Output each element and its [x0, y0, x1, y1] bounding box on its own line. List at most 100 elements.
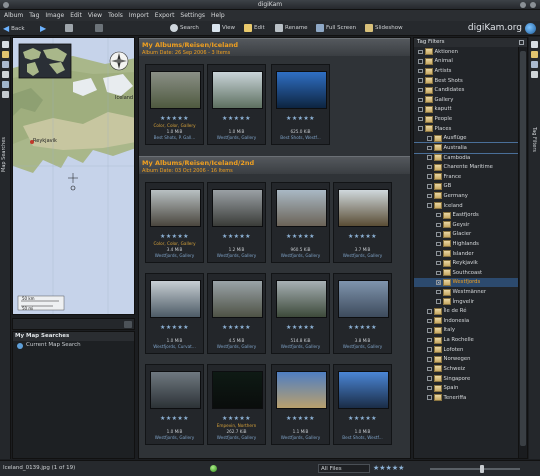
- image-thumbnail[interactable]: ★★★★★ 960.5 KiB Westfjords, Gallery: [271, 182, 330, 263]
- tag-filter-item[interactable]: Highlands: [414, 239, 519, 249]
- tag-filter-item[interactable]: Iceland: [414, 201, 519, 211]
- zoom-slider-handle[interactable]: [480, 465, 484, 473]
- tag-filter-item[interactable]: Charente Maritime: [414, 162, 519, 172]
- thumbnail-image[interactable]: [338, 280, 389, 318]
- save-search-button[interactable]: [124, 321, 132, 328]
- map-view[interactable]: Iceland Reykjavik 50 km 50 mi: [12, 37, 135, 315]
- tag-filter-item[interactable]: Singapore: [414, 374, 519, 384]
- tag-filter-item[interactable]: ✕ Westfjords: [414, 277, 519, 288]
- thumbnail-image[interactable]: [212, 189, 263, 227]
- tag-filter-item[interactable]: People: [414, 114, 519, 124]
- tag-filter-item[interactable]: Eastfjords: [414, 210, 519, 220]
- thumbnail-image[interactable]: [338, 189, 389, 227]
- rating-stars[interactable]: ★★★★★: [272, 415, 329, 422]
- tag-checkbox[interactable]: [427, 309, 432, 314]
- tag-checkbox[interactable]: [418, 78, 423, 83]
- rename-button[interactable]: Rename: [275, 24, 308, 32]
- tag-checkbox[interactable]: [427, 164, 432, 170]
- image-thumbnail[interactable]: ★★★★★ 1.0 MiB Best Shots, Westf...: [333, 364, 392, 445]
- tag-list-scrollbar[interactable]: [518, 47, 527, 458]
- thumbnail-image[interactable]: [150, 189, 201, 227]
- menu-view[interactable]: View: [88, 12, 102, 19]
- tag-filter-item[interactable]: Best Shots: [414, 76, 519, 86]
- tag-checkbox[interactable]: [427, 337, 432, 343]
- rating-stars[interactable]: ★★★★★: [334, 324, 391, 331]
- tag-checkbox[interactable]: [418, 87, 423, 93]
- tag-checkbox[interactable]: [427, 155, 432, 160]
- menu-image[interactable]: Image: [45, 12, 64, 19]
- thumbnail-image[interactable]: [338, 371, 389, 409]
- menu-settings[interactable]: Settings: [180, 12, 205, 19]
- tag-filter-item[interactable]: Westmänner: [414, 287, 519, 297]
- rating-stars[interactable]: ★★★★★: [146, 233, 203, 240]
- image-thumbnail[interactable]: ★★★★★ 3.7 MiB Westfjords, Gallery: [333, 182, 392, 263]
- album-header[interactable]: My Albums/Reisen/Iceland/2nd Album Date: …: [139, 156, 410, 174]
- home-button[interactable]: [65, 24, 73, 32]
- tags-tab-icon[interactable]: [2, 51, 9, 58]
- tag-checkbox[interactable]: [427, 366, 432, 372]
- menu-tools[interactable]: Tools: [108, 12, 123, 19]
- image-thumbnail[interactable]: ★★★★★ Empevin, Northern 262.7 KiB Westfjord…: [207, 364, 266, 445]
- tag-filter-item[interactable]: Cambodia: [414, 153, 519, 163]
- rating-stars[interactable]: ★★★★★: [146, 324, 203, 331]
- map-marker[interactable]: [30, 140, 34, 144]
- tag-checkbox[interactable]: [427, 347, 432, 352]
- tag-filter-item[interactable]: Aktionen: [414, 47, 519, 57]
- tag-checkbox[interactable]: [427, 357, 432, 362]
- tag-checkbox[interactable]: [418, 49, 423, 55]
- tag-filter-item[interactable]: Schweiz: [414, 364, 519, 374]
- tag-checkbox[interactable]: [418, 97, 423, 103]
- tag-checkbox[interactable]: [418, 107, 423, 112]
- tag-filter-item[interactable]: Islander: [414, 249, 519, 259]
- thumbnail-image[interactable]: [150, 371, 201, 409]
- timeline-tab-icon[interactable]: [2, 71, 9, 78]
- image-thumbnail[interactable]: ★★★★★ Color, Color, Gallery 1.0 MiB Best Sh…: [145, 64, 204, 145]
- icon-view[interactable]: My Albums/Reisen/Iceland Album Date: 26 S…: [138, 37, 411, 459]
- tag-filter-list[interactable]: Aktionen Animal Artists Best Shots Candidate…: [414, 47, 519, 458]
- tag-checkbox[interactable]: [427, 193, 432, 199]
- colors-tab-icon[interactable]: [531, 61, 538, 68]
- tag-filter-item[interactable]: Reykjavik: [414, 258, 519, 268]
- view-button[interactable]: View: [212, 24, 235, 32]
- thumbnail-image[interactable]: [150, 280, 201, 318]
- search-button[interactable]: Search: [170, 24, 199, 32]
- forward-button[interactable]: ▶: [40, 24, 46, 33]
- rating-stars[interactable]: ★★★★★: [272, 115, 329, 122]
- tag-filter-item[interactable]: Ausflüge: [414, 133, 519, 143]
- edit-button[interactable]: Edit: [244, 24, 265, 32]
- minimize-icon[interactable]: [520, 2, 526, 8]
- tag-filter-item[interactable]: Île de Ré: [414, 306, 519, 316]
- slideshow-button[interactable]: Slideshow: [365, 24, 403, 32]
- tag-checkbox[interactable]: [436, 241, 441, 247]
- tag-checkbox[interactable]: [436, 212, 441, 218]
- back-button[interactable]: ◀ Back: [3, 24, 25, 33]
- tag-filter-item[interactable]: kaputt: [414, 105, 519, 115]
- tag-checkbox[interactable]: [418, 126, 423, 131]
- tag-checkbox[interactable]: [436, 222, 441, 228]
- tag-checkbox[interactable]: [427, 136, 432, 141]
- tag-checkbox[interactable]: [427, 184, 432, 189]
- tag-checkbox[interactable]: [418, 116, 423, 122]
- tag-filter-item[interactable]: Germany: [414, 191, 519, 201]
- tag-filter-item[interactable]: Teneriffa: [414, 393, 519, 403]
- captions-tab-icon[interactable]: [531, 71, 538, 78]
- tag-filter-item[interactable]: Spain: [414, 383, 519, 393]
- rating-stars[interactable]: ★★★★★: [272, 233, 329, 240]
- rating-stars[interactable]: ★★★★★: [146, 415, 203, 422]
- tag-filter-item[interactable]: Lofoten: [414, 345, 519, 355]
- rating-stars[interactable]: ★★★★★: [146, 115, 203, 122]
- thumbnail-image[interactable]: [276, 189, 327, 227]
- camera-button[interactable]: [95, 24, 103, 32]
- tag-checkbox[interactable]: [436, 232, 441, 237]
- tag-checkbox[interactable]: [427, 174, 432, 179]
- file-type-filter[interactable]: All Files: [318, 464, 370, 473]
- thumbnail-image[interactable]: [212, 71, 263, 109]
- rating-filter[interactable]: ★★★★★: [373, 464, 404, 472]
- tag-filter-item[interactable]: Geysir: [414, 220, 519, 230]
- tag-filter-item[interactable]: Gallery: [414, 95, 519, 105]
- thumbnail-image[interactable]: [276, 71, 327, 109]
- tag-filter-item[interactable]: Glacier: [414, 230, 519, 240]
- panel-float-icon[interactable]: [519, 40, 524, 45]
- image-thumbnail[interactable]: ★★★★★ 1.0 MiB Westfjords, Curvat...: [145, 273, 204, 354]
- tag-filter-item[interactable]: Italy: [414, 326, 519, 336]
